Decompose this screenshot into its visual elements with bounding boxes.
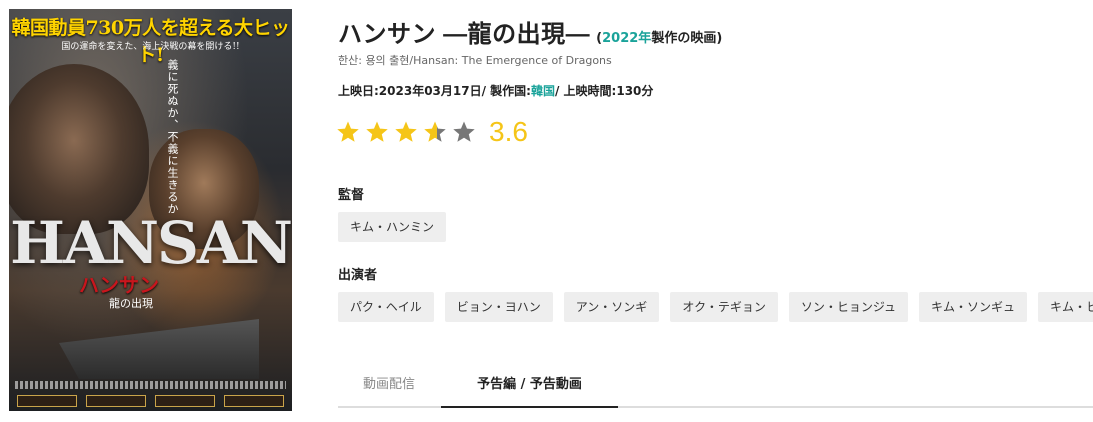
cast-list: パク・ヘイル ビョン・ヨハン アン・ソンギ オク・テギョン ソン・ヒョンジュ キム・ソンギ… [338, 292, 1093, 322]
alternate-titles: 한산: 용의 출현/Hansan: The Emergence of Drago… [338, 54, 612, 67]
tab-streaming[interactable]: 動画配信 [338, 370, 440, 406]
tab-trailer[interactable]: 予告編 / 予告動画 [441, 370, 618, 408]
award-badge [17, 395, 77, 407]
cast-chip[interactable]: キム・ソンギュ [919, 292, 1028, 322]
award-badge [86, 395, 146, 407]
director-list: キム・ハンミン [338, 212, 457, 242]
cast-chip[interactable]: パク・ヘイル [338, 292, 434, 322]
cast-label: 出演者 [338, 268, 378, 283]
star-rating [336, 120, 481, 144]
title-row: ハンサン —龍の出現— (2022年製作の映画) [338, 14, 722, 49]
movie-poster[interactable]: 韓国動員730万人を超える大ヒット! 国の運命を変えた、海上決戦の幕を開ける!!… [9, 9, 292, 411]
year-link[interactable]: 2022年 [602, 31, 651, 46]
poster-tagline: 国の運命を変えた、海上決戦の幕を開ける!! [61, 42, 240, 52]
poster-credits [15, 381, 286, 389]
cast-chip[interactable]: アン・ソンギ [563, 292, 660, 322]
tab-bar: 動画配信 予告編 / 予告動画 [338, 370, 1093, 408]
star-icon [395, 121, 417, 142]
release-info: 上映日:2023年03月17日/ 製作国:韓国/ 上映時間:130分 [338, 82, 653, 99]
cast-chip[interactable]: ビョン・ヨハン [444, 292, 553, 322]
poster-subtitle: 龍の出現 [109, 297, 153, 310]
director-chip[interactable]: キム・ハンミン [338, 212, 447, 242]
poster-title: HANSAN [10, 209, 292, 277]
poster-title-ja: ハンサン [79, 273, 159, 297]
star-icon [337, 121, 359, 142]
movie-title: ハンサン —龍の出現— [338, 21, 591, 48]
award-badge [224, 395, 284, 407]
cast-chip[interactable]: キム・ヒャンギ [1038, 292, 1093, 322]
star-icon [366, 121, 388, 142]
poster-ship [59, 319, 259, 379]
rating-score: 3.6 [489, 116, 528, 147]
star-icon [424, 121, 446, 142]
poster-awards [17, 395, 284, 407]
cast-chip[interactable]: ソン・ヒョンジュ [788, 292, 909, 322]
star-icon [453, 121, 475, 142]
cast-chip[interactable]: オク・テギョン [670, 292, 778, 322]
rating: 3.6 [336, 116, 528, 148]
poster-vertical-text: 義に死ぬか、不義に生きるか [166, 59, 179, 215]
release-date: 上映日:2023年03月17日/ 製作国: [338, 84, 531, 98]
production-year-meta: (2022年製作の映画) [596, 31, 723, 46]
country-link[interactable]: 韓国 [531, 84, 555, 98]
runtime: / 上映時間:130分 [554, 84, 654, 98]
director-label: 監督 [338, 188, 365, 203]
award-badge [155, 395, 215, 407]
